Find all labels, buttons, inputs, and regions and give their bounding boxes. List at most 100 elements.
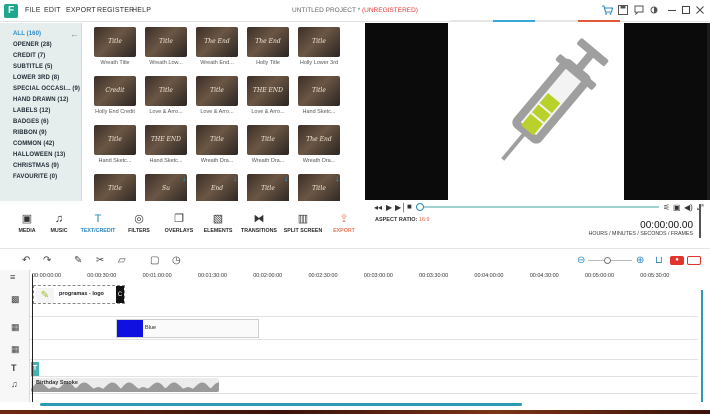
template-thumbnail[interactable]: Title bbox=[196, 125, 238, 155]
category-item[interactable]: HAND DRAWN (12) bbox=[13, 97, 69, 103]
text-track[interactable] bbox=[30, 360, 698, 377]
stop-icon[interactable]: ■ bbox=[407, 202, 412, 211]
template-thumbnail[interactable]: Title bbox=[247, 125, 289, 155]
tool-elements[interactable]: ▧ ELEMENTS bbox=[196, 213, 240, 234]
category-item[interactable]: LABELS (12) bbox=[13, 108, 50, 114]
category-item[interactable]: SPECIAL OCCASI... (9) bbox=[13, 86, 80, 92]
maximize-icon[interactable] bbox=[680, 5, 692, 17]
timeline-vertical-scrollbar[interactable] bbox=[701, 290, 703, 402]
template-thumbnail[interactable]: Title ↓ bbox=[247, 174, 289, 201]
tool-filters[interactable]: ◎ FILTERS bbox=[117, 213, 161, 234]
redo-icon[interactable]: ↷ bbox=[43, 255, 51, 266]
template-thumbnail[interactable]: Credit bbox=[94, 76, 136, 106]
tool-split-screen[interactable]: ▥ SPLIT SCREEN bbox=[281, 213, 325, 234]
template-thumbnail[interactable]: The End bbox=[247, 27, 289, 57]
download-icon[interactable]: ↓ bbox=[233, 174, 237, 183]
playback-progress-handle[interactable] bbox=[416, 203, 424, 211]
delete-icon[interactable]: ▱ bbox=[118, 255, 126, 266]
template-thumbnail[interactable]: Su ↓ bbox=[145, 174, 187, 201]
template-thumbnail[interactable]: The End bbox=[298, 125, 340, 155]
category-item[interactable]: SUBTITLE (5) bbox=[13, 64, 53, 70]
ruler-tick-label: 00:00:30:00 bbox=[87, 273, 117, 279]
playhead[interactable] bbox=[32, 274, 33, 402]
chat-icon[interactable] bbox=[633, 5, 645, 17]
undo-icon[interactable]: ↶ bbox=[22, 255, 30, 266]
overlay-track[interactable] bbox=[30, 340, 698, 360]
speed-clock-icon[interactable]: ◷ bbox=[172, 255, 181, 266]
category-item[interactable]: BADGES (6) bbox=[13, 119, 49, 125]
template-thumbnail[interactable]: Title ↓ bbox=[298, 174, 340, 201]
ruler-tick-label: 00:03:00:00 bbox=[363, 273, 393, 279]
category-item[interactable]: CHRISTMAS (9) bbox=[13, 163, 59, 169]
record-button[interactable]: ● bbox=[670, 256, 684, 265]
back-arrow-icon[interactable]: ← bbox=[70, 29, 79, 39]
cut-icon[interactable]: ✂ bbox=[96, 255, 104, 266]
playback-progress-track[interactable] bbox=[419, 206, 659, 208]
template-thumbnail[interactable]: THE END bbox=[145, 125, 187, 155]
template-thumbnail[interactable]: Title bbox=[145, 27, 187, 57]
template-thumbnail[interactable]: Title bbox=[196, 76, 238, 106]
template-thumbnail[interactable]: Title bbox=[94, 174, 136, 201]
template-thumbnail[interactable]: Title bbox=[298, 27, 340, 57]
category-item[interactable]: COMMON (42) bbox=[13, 141, 54, 147]
aspect-ratio[interactable]: ASPECT RATIO: 16:9 bbox=[375, 217, 430, 223]
zoom-slider-handle[interactable] bbox=[604, 257, 611, 264]
tool-export[interactable]: ⇪ EXPORT bbox=[322, 213, 366, 234]
ruler-tick-label: 00:05:30:00 bbox=[640, 273, 670, 279]
tool-transitions[interactable]: ⧓ TRANSITIONS bbox=[237, 213, 281, 234]
transitions-icon: ⧓ bbox=[253, 213, 265, 225]
video-track[interactable] bbox=[30, 282, 698, 317]
save-icon[interactable] bbox=[617, 5, 629, 17]
zoom-out-icon[interactable]: ⊖ bbox=[577, 255, 585, 266]
fit-timeline-button[interactable] bbox=[687, 256, 701, 265]
track-settings-icon[interactable]: ≡ bbox=[10, 272, 15, 282]
preview-side-scrollbar[interactable] bbox=[699, 204, 701, 238]
category-item[interactable]: CREDIT (7) bbox=[13, 53, 45, 59]
snap-icon[interactable]: ⊔ bbox=[655, 255, 663, 266]
category-item[interactable]: OPENER (28) bbox=[13, 42, 52, 48]
template-thumbnail[interactable]: Title bbox=[94, 125, 136, 155]
next-frame-icon[interactable]: ▶│ bbox=[395, 203, 406, 212]
tool-text-credit[interactable]: T TEXT/CREDIT bbox=[76, 213, 120, 234]
download-icon[interactable]: ↓ bbox=[335, 174, 339, 183]
brightness-icon[interactable] bbox=[648, 5, 660, 17]
template-thumbnail[interactable]: The End bbox=[196, 27, 238, 57]
edit-pencil-icon[interactable]: ✎ bbox=[74, 255, 82, 266]
template-thumbnail[interactable]: THE END bbox=[247, 76, 289, 106]
tool-overlays[interactable]: ❐ OVERLAYS bbox=[157, 213, 201, 234]
volume-icon[interactable]: ◀) bbox=[684, 203, 693, 212]
snapshot-icon[interactable]: ▣ bbox=[673, 203, 681, 212]
clip-label: Blue bbox=[145, 325, 157, 331]
split-screen-icon: ▥ bbox=[297, 213, 309, 225]
minimize-icon[interactable] bbox=[666, 5, 678, 17]
clip-blue[interactable]: Blue bbox=[116, 319, 259, 338]
template-thumbnail[interactable]: Title bbox=[298, 76, 340, 106]
aspect-ratio-value: 16:9 bbox=[418, 217, 430, 223]
category-item[interactable]: FAVOURITE (0) bbox=[13, 174, 57, 180]
cart-icon[interactable] bbox=[601, 5, 613, 17]
close-icon[interactable] bbox=[694, 5, 706, 17]
category-item[interactable]: LOWER 3RD (8) bbox=[13, 75, 59, 81]
clip-audio[interactable]: Birthday Smoke bbox=[31, 378, 219, 392]
play-icon[interactable]: ▶ bbox=[386, 203, 392, 212]
category-item[interactable]: HALLOWEEN (13) bbox=[13, 152, 65, 158]
template-label: Hand Sketc... bbox=[302, 109, 336, 115]
download-icon[interactable]: ↓ bbox=[182, 174, 186, 183]
tool-label: ELEMENTS bbox=[203, 228, 233, 234]
template-label: Wreath End... bbox=[200, 60, 234, 66]
crop-icon[interactable]: ▢ bbox=[150, 255, 159, 266]
video-track-icon: ▩ bbox=[11, 294, 20, 304]
clip-logo[interactable]: ✎ programas - logo C bbox=[33, 285, 125, 304]
category-item[interactable]: RIBBON (9) bbox=[13, 130, 47, 136]
template-thumbnail[interactable]: End ↓ bbox=[196, 174, 238, 201]
download-icon[interactable]: ↓ bbox=[284, 174, 288, 183]
ruler-tick-label: 00:01:30:00 bbox=[197, 273, 227, 279]
timeline-horizontal-scrollbar[interactable] bbox=[40, 403, 522, 406]
tool-music[interactable]: ♫ MUSIC bbox=[37, 213, 81, 234]
template-thumbnail[interactable]: Title bbox=[94, 27, 136, 57]
template-thumbnail[interactable]: Title bbox=[145, 76, 187, 106]
zoom-in-icon[interactable]: ⊕ bbox=[636, 255, 644, 266]
previous-frame-icon[interactable]: ◂◂ bbox=[374, 203, 382, 212]
category-item[interactable]: ALL (160) bbox=[13, 31, 41, 37]
microphone-icon[interactable]: ⚟ bbox=[663, 203, 670, 212]
